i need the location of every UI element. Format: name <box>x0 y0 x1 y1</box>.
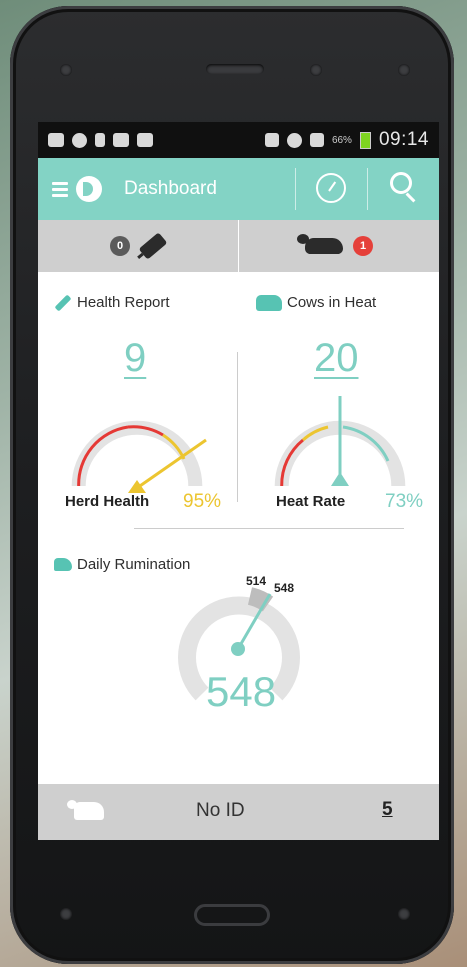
wifi-icon <box>286 132 302 148</box>
rumination-reference-b: 548 <box>274 581 295 595</box>
bottom-sensor-left <box>60 908 72 920</box>
battery-percent: 66% <box>331 134 352 146</box>
app-bar-divider <box>295 168 296 210</box>
tab-cow-alerts[interactable]: 1 <box>238 220 439 272</box>
usb-icon <box>95 133 105 147</box>
mail-icon <box>113 133 129 147</box>
earpiece-speaker <box>206 64 264 74</box>
phone-screen: 66% 09:14 Dashboard 0 1 Health Report 9 <box>38 122 439 840</box>
speedometer-icon[interactable] <box>316 173 346 203</box>
rumination-needle-hub <box>231 642 245 656</box>
search-icon[interactable] <box>390 172 412 194</box>
cow-icon[interactable] <box>67 800 104 820</box>
app-bar-divider <box>367 168 368 210</box>
cow-id-text: No ID <box>196 800 245 821</box>
app-logo <box>76 176 102 202</box>
alert-badge: 1 <box>353 236 373 256</box>
footer-bar: No ID 5 <box>38 784 439 840</box>
mute-icon <box>264 133 279 147</box>
rumination-reference-a: 514 <box>246 574 267 588</box>
menu-icon[interactable] <box>52 179 68 200</box>
notification-icon <box>48 133 64 147</box>
alert-tabs: 0 1 <box>38 220 439 272</box>
rumination-value: 548 <box>206 668 277 715</box>
tab-device-alerts[interactable]: 0 <box>38 220 238 272</box>
signal-icon <box>309 133 324 147</box>
home-button[interactable] <box>194 904 270 926</box>
clock: 09:14 <box>378 129 429 150</box>
front-sensor-right <box>398 64 410 76</box>
page-title: Dashboard <box>124 178 217 199</box>
bottom-sensor-right <box>398 908 410 920</box>
dashboard-content: Health Report 9 Herd Health 95% Cows in … <box>38 272 439 730</box>
image-icon <box>137 133 153 147</box>
app-bar: Dashboard <box>38 158 439 220</box>
plug-icon <box>138 232 168 260</box>
front-sensor <box>60 64 72 76</box>
front-camera <box>310 64 322 76</box>
status-bar: 66% 09:14 <box>38 122 439 158</box>
footer-count[interactable]: 5 <box>382 799 393 821</box>
rumination-gauge <box>178 587 300 701</box>
cow-lying-icon <box>297 234 343 254</box>
battery-icon <box>359 131 371 149</box>
count-badge: 0 <box>110 236 130 256</box>
location-icon <box>72 132 87 148</box>
